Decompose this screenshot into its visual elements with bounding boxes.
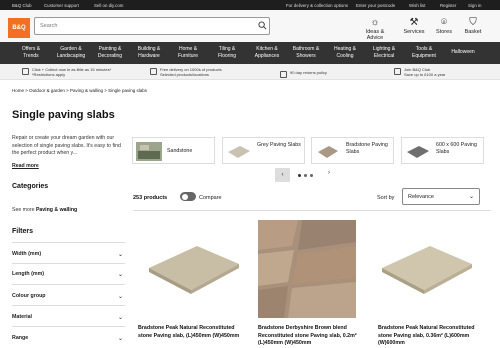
breadcrumb[interactable]: Home > Outdoor & garden > Paving & walli… (12, 88, 147, 93)
nav-tools[interactable]: Tools & Equipment (402, 46, 446, 59)
chevron-down-icon: ⌄ (117, 252, 123, 258)
filter-divider (12, 284, 125, 285)
sort-label: Sort by (377, 195, 395, 201)
customer-support-link[interactable]: Customer support (44, 3, 79, 8)
product-count: 253 products (133, 195, 168, 201)
brand-logo[interactable]: B&Q (8, 18, 30, 38)
categories-heading: Categories (12, 183, 49, 190)
page-title: Single paving slabs (12, 109, 115, 121)
chevron-right-icon: › (328, 170, 330, 176)
filter-width[interactable]: Width (mm) ⌄ (12, 251, 125, 258)
postcode-link[interactable]: Enter your postcode (356, 3, 395, 8)
filter-divider (12, 305, 125, 306)
returns-icon (280, 70, 287, 78)
chevron-down-icon: ⌄ (468, 194, 474, 200)
club-card-icon (394, 68, 401, 75)
intro-text: Repair or create your dream garden with … (12, 135, 121, 156)
lightbulb-icon: ☼ (370, 17, 380, 28)
van-icon (150, 68, 157, 75)
category-card-grey-slabs[interactable]: Grey Paving Slabs (222, 137, 305, 164)
category-card-bradstone[interactable]: Bradstone Paving Slabs (311, 137, 394, 164)
nav-home[interactable]: Home & Furniture (166, 46, 210, 59)
product-image[interactable] (258, 220, 356, 318)
compare-label: Compare (199, 195, 222, 201)
wishlist-link[interactable]: Wish list (409, 3, 425, 8)
product-image[interactable] (378, 220, 476, 318)
see-more-link[interactable]: See more Paving & walling (12, 207, 77, 213)
promo-click-collect[interactable]: Click + Collect now in as little as 15 m… (22, 67, 111, 77)
carousel-dot-active[interactable] (298, 174, 301, 177)
chevron-left-icon: ‹ (281, 172, 284, 178)
clock-icon (22, 68, 29, 75)
filter-divider (12, 242, 125, 243)
wrench-icon: ⚒ (409, 17, 419, 28)
promo-strip: Click + Collect now in as little as 15 m… (0, 64, 500, 80)
bradstone-slab-thumbnail (315, 142, 341, 161)
nav-halloween[interactable]: Halloween (441, 49, 485, 56)
filters-heading: Filters (12, 228, 34, 235)
delivery-options-text: For delivery & collection options (286, 3, 348, 8)
nav-tiling[interactable]: Tiling & Flooring (205, 46, 249, 59)
promo-free-delivery[interactable]: Free delivery on 1000s of products Select… (150, 67, 222, 77)
nav-lighting[interactable]: Lighting & Electrical (362, 46, 406, 59)
sort-select[interactable]: Relevance ⌄ (402, 188, 480, 205)
nav-bathroom[interactable]: Bathroom & Showers (284, 46, 328, 59)
basket-icon: ⛉ (469, 17, 477, 28)
promo-club[interactable]: Join B&Q Club Save up to £100 a year (394, 67, 445, 77)
promo-returns[interactable]: 90 day returns policy (280, 70, 327, 78)
carousel-dot[interactable] (304, 174, 307, 177)
club-link[interactable]: B&Q Club (12, 3, 32, 8)
chevron-down-icon: ⌄ (117, 294, 123, 300)
filter-divider (12, 263, 125, 264)
filter-range[interactable]: Range ⌄ (12, 335, 125, 342)
search-input[interactable]: Search (34, 17, 270, 35)
category-nav: Offers & Trends Garden & Landscaping Paint… (0, 42, 500, 64)
read-more-link[interactable]: Read more (12, 163, 39, 169)
product-name[interactable]: Bradstone Peak Natural Reconstituted sto… (378, 325, 483, 348)
top-utility-bar: B&Q Club Customer support Sell on diy.co… (0, 0, 500, 10)
filter-divider (12, 326, 125, 327)
filter-colour[interactable]: Colour group ⌄ (12, 293, 125, 300)
filter-material[interactable]: Material ⌄ (12, 314, 125, 321)
grey-slab-thumbnail (226, 142, 252, 161)
basket-link[interactable]: ⛉ Basket (458, 17, 488, 36)
sign-in-link[interactable]: Sign in (468, 3, 481, 8)
product-image[interactable] (145, 220, 243, 318)
carousel-prev-button[interactable]: ‹ (275, 168, 290, 182)
carousel-dot[interactable] (310, 174, 313, 177)
nav-building[interactable]: Building & Hardware (127, 46, 171, 59)
nav-painting[interactable]: Painting & Decorating (88, 46, 132, 59)
600-slab-thumbnail (405, 142, 431, 161)
category-card-600x600[interactable]: 600 x 600 Paving Slabs (401, 137, 484, 164)
nav-kitchen[interactable]: Kitchen & Appliances (245, 46, 289, 59)
register-link[interactable]: Register (440, 3, 456, 8)
nav-garden[interactable]: Garden & Landscaping (49, 46, 93, 59)
compare-toggle[interactable] (180, 192, 196, 201)
sandstone-thumbnail (136, 142, 162, 161)
nav-heating[interactable]: Heating & Cooling (323, 46, 367, 59)
stores-link[interactable]: ⌾ Stores (429, 17, 459, 36)
product-name[interactable]: Bradstone Derbyshire Brown blend Reconst… (258, 325, 363, 348)
sell-link[interactable]: Sell on diy.com (94, 3, 123, 8)
carousel-next-button[interactable]: › (328, 170, 330, 176)
pin-icon: ⌾ (441, 17, 447, 28)
products-divider (133, 210, 491, 211)
search-icon[interactable] (258, 21, 267, 30)
product-name[interactable]: Bradstone Peak Natural Reconstituted sto… (138, 325, 243, 340)
chevron-down-icon: ⌄ (117, 272, 123, 278)
chevron-down-icon: ⌄ (117, 315, 123, 321)
services-link[interactable]: ⚒ Services (399, 17, 429, 36)
filter-length[interactable]: Length (mm) ⌄ (12, 271, 125, 278)
category-card-sandstone[interactable]: Sandstone (132, 137, 215, 164)
nav-offers[interactable]: Offers & Trends (9, 46, 53, 59)
ideas-advice-link[interactable]: ☼ Ideas & Advice (360, 17, 390, 42)
chevron-down-icon: ⌄ (117, 336, 123, 342)
